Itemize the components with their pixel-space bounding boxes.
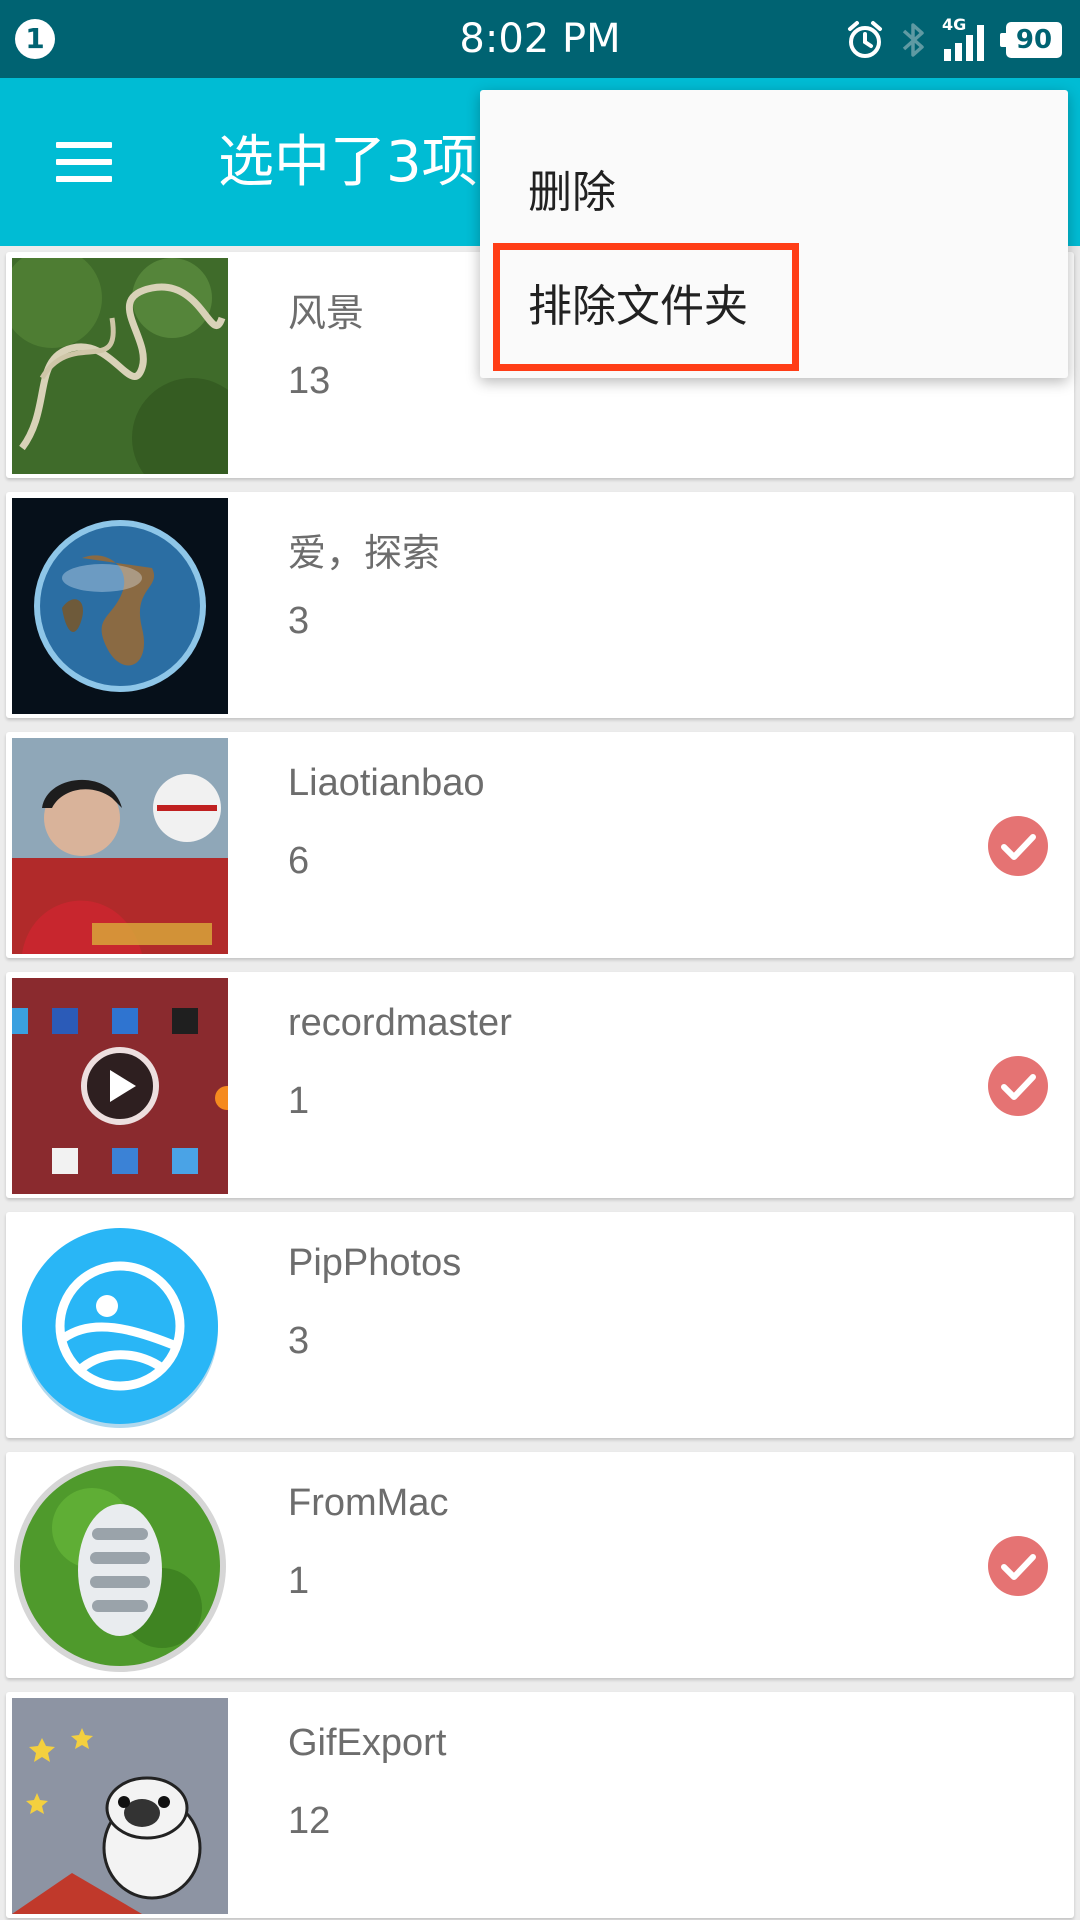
hamburger-menu-icon[interactable] bbox=[40, 122, 130, 202]
folder-name: 风景 bbox=[288, 293, 365, 335]
menu-item-exclude-folder[interactable]: 排除文件夹 bbox=[480, 247, 1068, 367]
racer-poster-thumbnail bbox=[12, 738, 228, 954]
selected-check-icon[interactable] bbox=[988, 1536, 1048, 1596]
grass-footprint-thumbnail bbox=[12, 1458, 228, 1674]
folder-count: 1 bbox=[288, 1080, 310, 1122]
folder-item[interactable]: Liaotianbao 6 bbox=[6, 732, 1074, 958]
signal-icon: 4G bbox=[942, 15, 992, 61]
folder-name: 爱，探索 bbox=[288, 533, 441, 575]
status-bar: 1 8:02 PM 4G 90 bbox=[0, 0, 1080, 78]
folder-name: PipPhotos bbox=[288, 1242, 462, 1284]
folder-item[interactable]: 爱，探索 3 bbox=[6, 492, 1074, 718]
folder-name: recordmaster bbox=[288, 1002, 512, 1044]
overflow-popup-menu: 删除 排除文件夹 bbox=[480, 90, 1068, 378]
earth-thumbnail bbox=[12, 498, 228, 714]
video-screen-recording-thumbnail bbox=[12, 978, 228, 1194]
folder-count: 3 bbox=[288, 600, 310, 642]
folder-count: 3 bbox=[288, 1320, 310, 1362]
pug-cartoon-thumbnail bbox=[12, 1698, 228, 1914]
selection-title: 选中了3项 bbox=[218, 130, 478, 195]
battery-icon: 90 bbox=[1000, 22, 1062, 58]
folder-item[interactable]: FromMac 1 bbox=[6, 1452, 1074, 1678]
folder-item[interactable]: recordmaster 1 bbox=[6, 972, 1074, 1198]
folder-item[interactable]: GifExport 12 bbox=[6, 1692, 1074, 1918]
selected-check-icon[interactable] bbox=[988, 1056, 1048, 1116]
folder-count: 6 bbox=[288, 840, 310, 882]
folder-name: FromMac bbox=[288, 1482, 449, 1524]
folder-name: GifExport bbox=[288, 1722, 447, 1764]
landscape-road-thumbnail bbox=[12, 258, 228, 474]
alarm-icon bbox=[848, 21, 882, 58]
folder-count: 13 bbox=[288, 360, 331, 402]
folder-count: 12 bbox=[288, 1800, 331, 1842]
selected-check-icon[interactable] bbox=[988, 816, 1048, 876]
menu-item-delete[interactable]: 删除 bbox=[480, 133, 1068, 253]
status-icons: 4G 90 bbox=[844, 15, 1062, 63]
folder-name: Liaotianbao bbox=[288, 762, 485, 804]
pipphotos-app-icon bbox=[12, 1218, 228, 1434]
folder-item[interactable]: PipPhotos 3 bbox=[6, 1212, 1074, 1438]
folder-count: 1 bbox=[288, 1560, 310, 1602]
bluetooth-icon bbox=[902, 23, 924, 57]
